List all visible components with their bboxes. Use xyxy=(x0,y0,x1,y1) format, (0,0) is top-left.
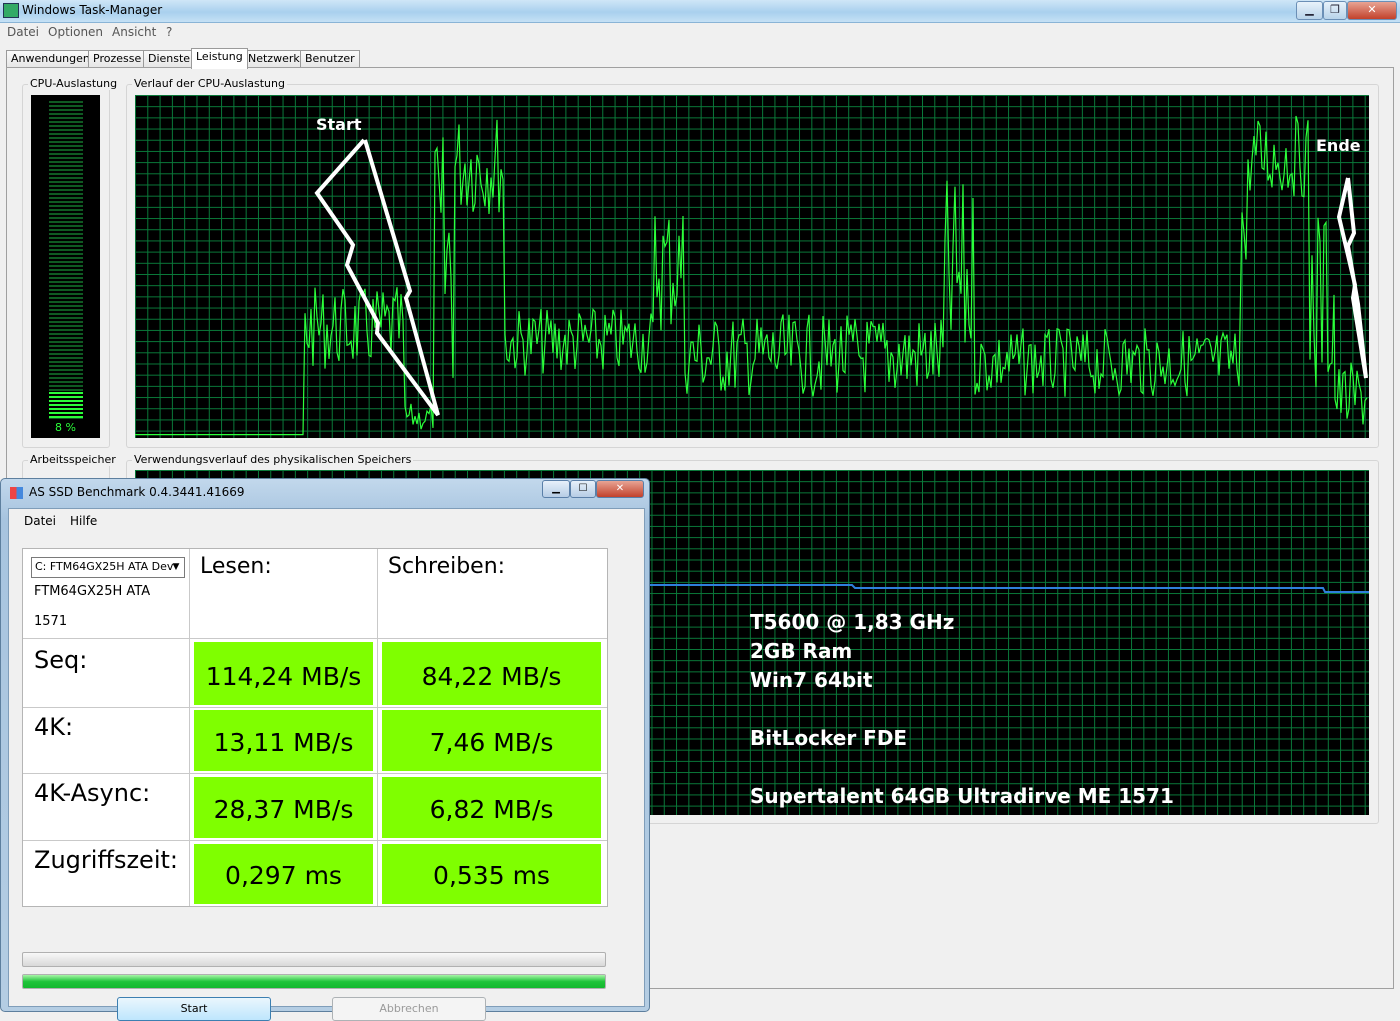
result-4k-async-read: 28,37 MB/s xyxy=(194,777,373,838)
table-divider xyxy=(377,549,378,906)
column-header-read: Lesen: xyxy=(200,554,272,579)
system-info-ram: 2GB Ram xyxy=(750,639,853,663)
abort-button[interactable]: Abbrechen xyxy=(332,997,486,1021)
as-ssd-frame[interactable]: AS SSD Benchmark 0.4.3441.41669 ▁ ☐ ✕ Da… xyxy=(0,478,650,1021)
tab-leistung[interactable]: Leistung xyxy=(191,48,248,69)
result-4k-async-write: 6,82 MB/s xyxy=(382,777,601,838)
ssd-menu-hilfe[interactable]: Hilfe xyxy=(70,514,97,528)
task-manager-app-icon xyxy=(3,3,19,18)
ssd-menu-datei[interactable]: Datei xyxy=(24,514,56,528)
test-progress-bar xyxy=(22,952,606,967)
system-info-cpu: T5600 @ 1,83 GHz xyxy=(750,610,955,634)
tab-anwendungen[interactable]: Anwendungen xyxy=(6,50,95,68)
close-icon: ✕ xyxy=(1367,3,1377,16)
table-divider xyxy=(189,549,190,906)
window-title: Windows Task-Manager xyxy=(22,3,163,17)
as-ssd-title: AS SSD Benchmark 0.4.3441.41669 xyxy=(29,485,245,499)
system-info-encryption: BitLocker FDE xyxy=(750,726,908,750)
table-divider xyxy=(23,840,607,841)
start-button[interactable]: Start xyxy=(117,997,271,1021)
result-seq-read: 114,24 MB/s xyxy=(194,642,373,705)
memory-label: Arbeitsspeicher xyxy=(28,453,118,466)
close-icon: ✕ xyxy=(615,483,625,494)
result-seq-write: 84,22 MB/s xyxy=(382,642,601,705)
row-label-4k: 4K: xyxy=(34,713,74,741)
ssd-minimize-button[interactable]: ▁ xyxy=(542,480,570,498)
cpu-usage-meter: 8 % xyxy=(31,95,100,438)
result-4k-write: 7,46 MB/s xyxy=(382,710,601,771)
ssd-close-button[interactable]: ✕ xyxy=(596,480,644,498)
memory-history-label: Verwendungsverlauf des physikalischen Sp… xyxy=(132,453,414,466)
minimize-icon: ▁ xyxy=(552,483,560,494)
total-progress-bar xyxy=(22,974,606,989)
as-ssd-client-area: Datei Hilfe C: FTM64GX25H ATA Dev ▼ FTM6… xyxy=(8,508,645,1021)
menu-help[interactable]: ? xyxy=(166,25,172,39)
as-ssd-app-icon xyxy=(10,487,23,499)
cpu-history-svg xyxy=(135,115,1368,436)
cpu-history-graph: Start Ende xyxy=(135,95,1369,438)
minimize-button[interactable]: ▁ xyxy=(1296,1,1323,20)
table-divider xyxy=(23,773,607,774)
tab-benutzer[interactable]: Benutzer xyxy=(300,50,360,68)
menu-ansicht[interactable]: Ansicht xyxy=(112,25,156,39)
result-access-time-write: 0,535 ms xyxy=(382,844,601,904)
drive-firmware: 1571 xyxy=(34,614,68,629)
tab-netzwerk[interactable]: Netzwerk xyxy=(243,50,305,68)
cpu-usage-value: 8 % xyxy=(55,421,76,434)
menu-bar: Datei Optionen Ansicht ? xyxy=(0,23,1400,41)
ssd-maximize-button[interactable]: ☐ xyxy=(570,480,596,498)
end-lightning-annotation xyxy=(1336,177,1368,379)
close-button[interactable]: ✕ xyxy=(1347,1,1397,20)
table-divider xyxy=(23,707,607,708)
cpu-usage-label: CPU-Auslastung xyxy=(28,77,120,90)
menu-optionen[interactable]: Optionen xyxy=(48,25,103,39)
minimize-icon: ▁ xyxy=(1305,3,1314,16)
restore-icon: ❐ xyxy=(1330,3,1340,16)
as-ssd-window: AS SSD Benchmark 0.4.3441.41669 ▁ ☐ ✕ Da… xyxy=(0,478,650,1021)
drive-model: FTM64GX25H ATA xyxy=(34,584,151,599)
system-info-drive: Supertalent 64GB Ultradirve ME 1571 xyxy=(750,784,1174,808)
restore-button[interactable]: ❐ xyxy=(1323,1,1347,20)
cpu-history-label: Verlauf der CPU-Auslastung xyxy=(132,77,287,90)
tab-dienste[interactable]: Dienste xyxy=(143,50,196,68)
result-4k-read: 13,11 MB/s xyxy=(194,710,373,771)
cpu-meter-cells xyxy=(49,101,83,421)
end-annotation-label: Ende xyxy=(1316,136,1361,155)
total-progress-fill xyxy=(23,975,605,988)
maximize-icon: ☐ xyxy=(578,483,588,494)
benchmark-results-table: C: FTM64GX25H ATA Dev ▼ FTM64GX25H ATA 1… xyxy=(22,548,608,907)
system-info-os: Win7 64bit xyxy=(750,668,873,692)
drive-select-value: C: FTM64GX25H ATA Dev xyxy=(35,560,174,573)
row-label-seq: Seq: xyxy=(34,646,88,674)
table-divider xyxy=(23,638,607,639)
start-annotation-label: Start xyxy=(316,115,362,134)
tab-prozesse[interactable]: Prozesse xyxy=(88,50,147,68)
chevron-down-icon: ▼ xyxy=(172,562,180,572)
cpu-meter-fill xyxy=(49,392,83,418)
row-label-4k-async: 4K-Async: xyxy=(34,779,151,807)
menu-datei[interactable]: Datei xyxy=(7,25,39,39)
drive-select[interactable]: C: FTM64GX25H ATA Dev ▼ xyxy=(31,557,185,578)
cpu-history-line xyxy=(135,115,1368,436)
start-lightning-annotation xyxy=(314,138,440,417)
task-manager-titlebar[interactable]: Windows Task-Manager ▁ ❐ ✕ xyxy=(0,0,1400,23)
row-label-access-time: Zugriffszeit: xyxy=(34,846,178,874)
column-header-write: Schreiben: xyxy=(388,554,506,579)
result-access-time-read: 0,297 ms xyxy=(194,844,373,904)
